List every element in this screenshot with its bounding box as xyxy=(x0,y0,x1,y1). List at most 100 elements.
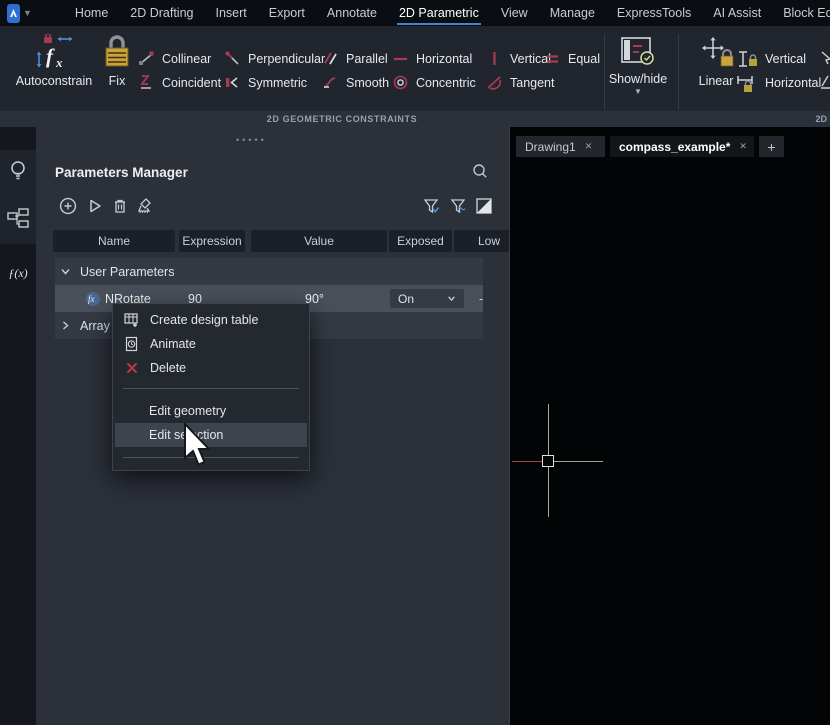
fix-lock-icon xyxy=(102,34,132,70)
close-icon[interactable]: ✕ xyxy=(585,141,593,152)
exposed-value: On xyxy=(398,292,414,306)
menu-item-label: Delete xyxy=(150,361,186,375)
column-header-low[interactable]: Low xyxy=(454,230,509,252)
smooth-label: Smooth xyxy=(346,76,389,90)
panel-search-icon[interactable] xyxy=(472,163,488,179)
menu-2d-parametric[interactable]: 2D Parametric xyxy=(399,0,479,26)
menu-item-edit-selection[interactable]: Edit selection xyxy=(115,423,307,447)
showhide-label: Show/hide xyxy=(609,72,667,86)
parallel-button[interactable]: Parallel xyxy=(322,50,388,67)
showhide-caret-icon[interactable]: ▼ xyxy=(634,87,642,96)
menu-ai-assist[interactable]: AI Assist xyxy=(713,0,761,26)
geometric-constraints-group-label: 2D GEOMETRIC CONSTRAINTS xyxy=(267,114,417,124)
parallel-label: Parallel xyxy=(346,52,388,66)
left-sidebar: ƒ(x) xyxy=(0,127,36,725)
tangent-button[interactable]: Tangent xyxy=(486,74,554,91)
panel-drag-handle[interactable]: ••••• xyxy=(236,135,267,145)
concentric-button[interactable]: Concentric xyxy=(392,74,476,91)
column-header-exposed[interactable]: Exposed xyxy=(389,230,452,252)
dim-horizontal-button[interactable]: Horizontal xyxy=(736,74,821,91)
linear-button[interactable]: Linear xyxy=(690,36,742,88)
app-logo-button[interactable] xyxy=(7,4,20,23)
menu-item-animate[interactable]: Animate xyxy=(115,332,307,356)
dim-vertical-label: Vertical xyxy=(765,52,806,66)
play-animate-icon[interactable] xyxy=(86,197,104,215)
equal-icon xyxy=(544,50,561,67)
concentric-label: Concentric xyxy=(416,76,476,90)
smooth-button[interactable]: Smooth xyxy=(322,74,389,91)
chevron-right-icon[interactable] xyxy=(60,320,71,331)
parameter-fx-icon: fx xyxy=(85,291,101,307)
close-icon[interactable]: ✕ xyxy=(739,141,747,152)
param-trailing: - xyxy=(479,292,483,306)
autoconstrain-label: Autoconstrain xyxy=(16,74,92,88)
contrast-square-icon[interactable] xyxy=(475,197,493,215)
menubar: ▼ Home 2D Drafting Insert Export Annotat… xyxy=(0,0,830,26)
menu-export[interactable]: Export xyxy=(269,0,305,26)
column-header-value[interactable]: Value xyxy=(251,230,387,252)
linear-icon xyxy=(696,36,736,70)
new-tab-button[interactable]: + xyxy=(759,136,784,157)
perpendicular-button[interactable]: Perpendicular xyxy=(224,50,325,67)
collinear-button[interactable]: Collinear xyxy=(138,50,211,67)
fix-label: Fix xyxy=(109,74,126,88)
menu-2d-drafting[interactable]: 2D Drafting xyxy=(130,0,193,26)
equal-label: Equal xyxy=(568,52,600,66)
menu-block-editor[interactable]: Block Editor xyxy=(783,0,830,26)
fx-icon: ƒ(x) xyxy=(8,266,27,281)
column-header-name[interactable]: Name xyxy=(53,230,175,252)
menu-annotate[interactable]: Annotate xyxy=(327,0,377,26)
perpendicular-icon xyxy=(224,50,241,67)
menu-item-edit-geometry[interactable]: Edit geometry xyxy=(115,399,307,423)
filter-wave-icon[interactable] xyxy=(450,197,468,215)
symmetric-button[interactable]: Symmetric xyxy=(224,74,307,91)
menu-manage[interactable]: Manage xyxy=(550,0,595,26)
crosshair-x-axis-red xyxy=(512,461,542,462)
cleanup-brush-icon[interactable] xyxy=(136,197,154,215)
fix-button[interactable]: Fix xyxy=(96,34,138,88)
vertical-button[interactable]: Vertical xyxy=(486,50,551,67)
column-header-expression[interactable]: Expression xyxy=(179,230,245,252)
group-label: Array xyxy=(80,319,110,333)
parallel-icon xyxy=(322,50,339,67)
coincident-button[interactable]: Coincident xyxy=(138,74,221,91)
tips-lightbulb-icon[interactable] xyxy=(6,159,30,183)
tab-drawing1[interactable]: Drawing1 ✕ xyxy=(516,136,605,157)
plus-icon: + xyxy=(767,139,775,155)
sidebar-tab-block xyxy=(0,150,36,244)
drawing-canvas[interactable]: Drawing1 ✕ compass_example* ✕ + xyxy=(509,127,830,725)
delete-parameter-icon[interactable] xyxy=(111,197,129,215)
menu-item-delete[interactable]: Delete xyxy=(115,356,307,380)
showhide-button[interactable]: Show/hide ▼ xyxy=(608,36,668,96)
menu-home[interactable]: Home xyxy=(75,0,108,26)
tab-label: Drawing1 xyxy=(525,140,576,154)
autoconstrain-icon: f x xyxy=(32,34,76,70)
filter-check-icon[interactable] xyxy=(423,197,441,215)
group-row-user-parameters[interactable]: User Parameters xyxy=(55,258,483,285)
parameters-fx-tab[interactable]: ƒ(x) xyxy=(0,257,36,289)
ribbon-group-strip: 2D GEOMETRIC CONSTRAINTS 2D xyxy=(0,111,830,127)
tab-compass-example[interactable]: compass_example* ✕ xyxy=(610,136,754,157)
menu-insert[interactable]: Insert xyxy=(216,0,247,26)
chevron-down-icon[interactable] xyxy=(60,266,71,277)
concentric-icon xyxy=(392,74,409,91)
tangent-icon xyxy=(486,74,503,91)
showhide-icon xyxy=(620,36,656,68)
equal-button[interactable]: Equal xyxy=(544,50,600,67)
horizontal-button[interactable]: Horizontal xyxy=(392,50,472,67)
crosshair-pickbox xyxy=(542,455,554,467)
menu-expresstools[interactable]: ExpressTools xyxy=(617,0,691,26)
dim-vertical-button[interactable]: Vertical xyxy=(736,50,806,67)
autoconstrain-button[interactable]: f x Autoconstrain xyxy=(8,34,100,88)
svg-text:x: x xyxy=(55,55,63,70)
bricscad-logo-icon xyxy=(7,7,20,20)
horizontal-label: Horizontal xyxy=(416,52,472,66)
chevron-down-icon[interactable]: ▼ xyxy=(23,8,32,18)
ribbon-divider xyxy=(604,34,605,110)
menu-item-create-design-table[interactable]: Create design table xyxy=(115,308,307,332)
exposed-dropdown[interactable]: On xyxy=(390,289,464,308)
vertical-icon xyxy=(486,50,503,67)
menu-view[interactable]: View xyxy=(501,0,528,26)
structure-tree-icon[interactable] xyxy=(6,207,30,231)
add-parameter-icon[interactable] xyxy=(59,197,77,215)
